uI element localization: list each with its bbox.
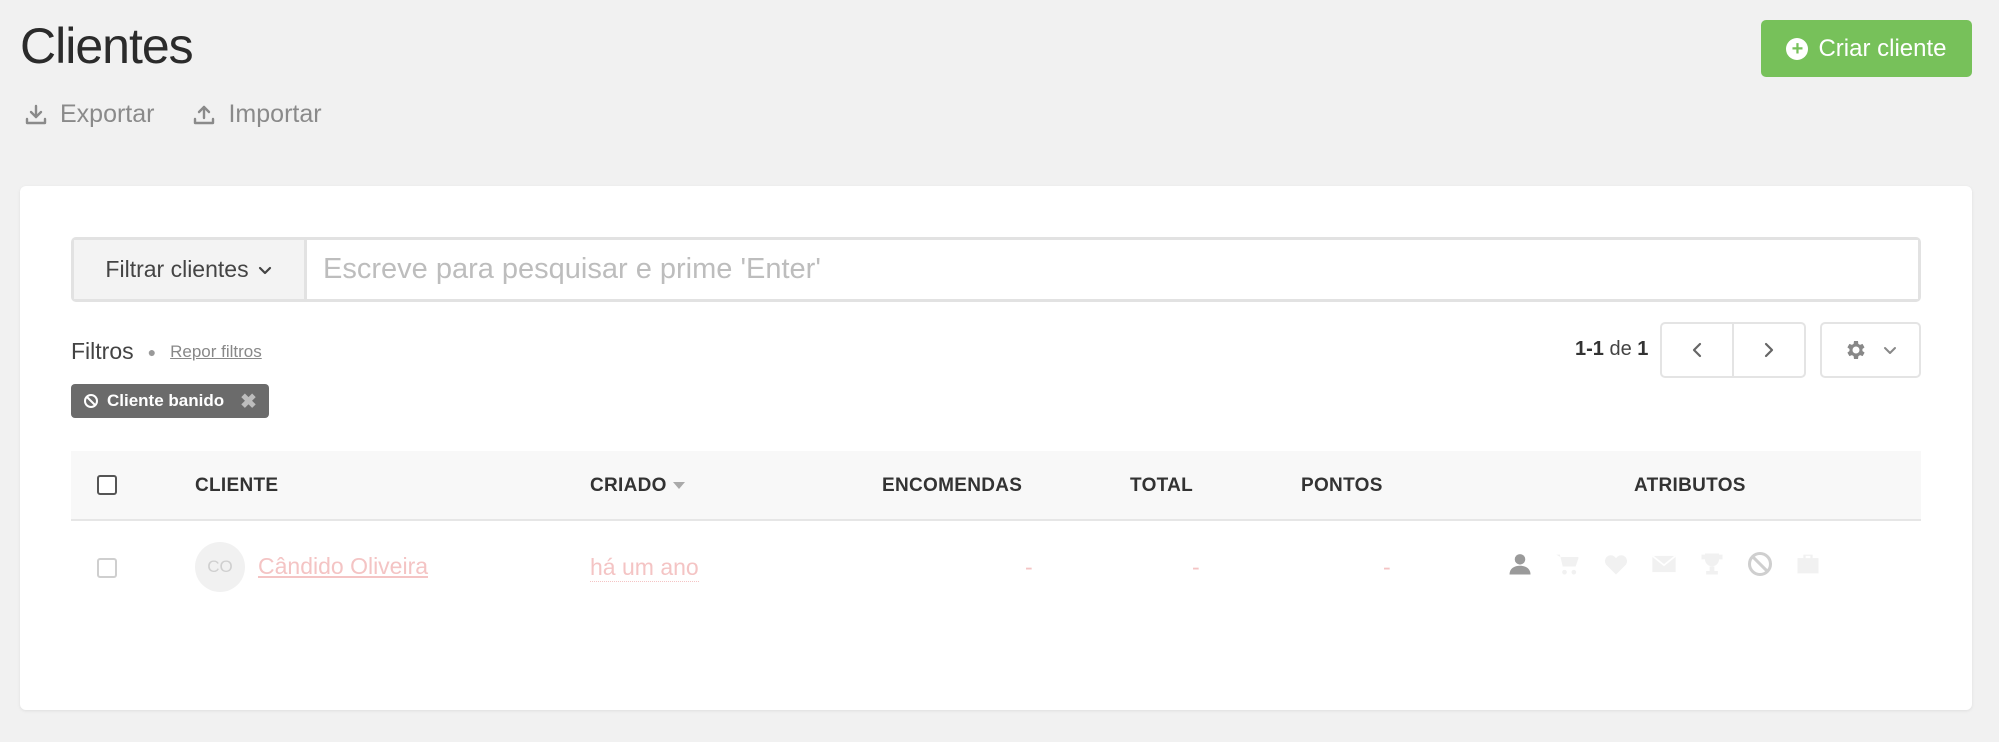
page-title: Clientes <box>20 18 194 74</box>
row-checkbox[interactable] <box>97 558 117 578</box>
filters-label: Filtros <box>71 338 134 364</box>
column-header-created-label: CRIADO <box>590 475 667 496</box>
active-filter-label: Cliente banido <box>107 391 225 410</box>
trophy-icon <box>1701 553 1723 575</box>
pagination-count: 1-1 de 1 <box>1575 338 1648 361</box>
table-header: CLIENTE CRIADO ENCOMENDAS TOTAL PONTOS A… <box>71 451 1921 521</box>
search-bar: Filtrar clientes <box>71 237 1921 302</box>
export-link[interactable]: Exportar <box>24 100 154 129</box>
create-client-button[interactable]: + Criar cliente <box>1761 20 1972 77</box>
column-header-client[interactable]: CLIENTE <box>195 475 278 497</box>
chevron-right-icon <box>1764 342 1774 358</box>
separator-dot: ● <box>147 343 157 360</box>
pagination-of: de <box>1609 338 1632 360</box>
table-settings-button[interactable] <box>1820 322 1921 378</box>
column-header-created[interactable]: CRIADO <box>590 475 685 497</box>
remove-filter-icon[interactable]: ✖ <box>240 389 257 414</box>
orders-value: - <box>1025 554 1033 580</box>
chevron-down-icon <box>258 266 271 274</box>
heart-icon <box>1604 555 1628 575</box>
prev-page-button[interactable] <box>1662 324 1734 376</box>
column-header-total[interactable]: TOTAL <box>1130 475 1193 497</box>
reset-filters-link[interactable]: Repor filtros <box>170 342 262 362</box>
active-filter-chip: Cliente banido ✖ <box>71 384 269 418</box>
column-header-attributes: ATRIBUTOS <box>1634 475 1746 496</box>
export-label: Exportar <box>60 100 155 128</box>
import-label: Importar <box>228 100 322 128</box>
pagination-range: 1-1 <box>1575 338 1604 360</box>
points-value: - <box>1383 554 1391 580</box>
cart-icon <box>1556 554 1579 575</box>
import-link[interactable]: Importar <box>192 100 322 129</box>
chevron-left-icon <box>1692 342 1702 358</box>
download-icon <box>25 104 47 124</box>
filter-clients-dropdown[interactable]: Filtrar clientes <box>74 240 307 299</box>
search-input[interactable] <box>307 240 1918 299</box>
pagination-total: 1 <box>1637 338 1649 360</box>
ban-icon <box>84 394 98 408</box>
column-header-points[interactable]: PONTOS <box>1301 475 1383 497</box>
filter-clients-label: Filtrar clientes <box>105 256 249 282</box>
pagination-controls <box>1660 322 1806 378</box>
table-row[interactable]: CO Cândido Oliveira há um ano - - - <box>71 521 1921 605</box>
briefcase-icon <box>1797 554 1819 574</box>
ban-icon <box>1747 551 1773 577</box>
select-all-checkbox[interactable] <box>97 475 117 495</box>
envelope-icon <box>1651 555 1677 573</box>
clients-card: Filtrar clientes Filtros ● Repor filtros… <box>20 186 1972 710</box>
column-header-orders[interactable]: ENCOMENDAS <box>882 475 1022 497</box>
create-client-label: Criar cliente <box>1818 34 1947 62</box>
next-page-button[interactable] <box>1734 324 1804 376</box>
gear-icon <box>1846 341 1865 359</box>
upload-icon <box>194 105 215 124</box>
plus-circle-icon: + <box>1786 37 1809 60</box>
chevron-down-icon <box>1883 347 1896 354</box>
total-value: - <box>1192 554 1200 580</box>
attribute-icons <box>1506 550 1822 578</box>
user-icon <box>1509 554 1531 575</box>
created-date: há um ano <box>590 554 699 582</box>
client-name-link[interactable]: Cândido Oliveira <box>258 553 428 580</box>
sort-desc-icon <box>672 482 685 490</box>
avatar: CO <box>195 542 245 592</box>
